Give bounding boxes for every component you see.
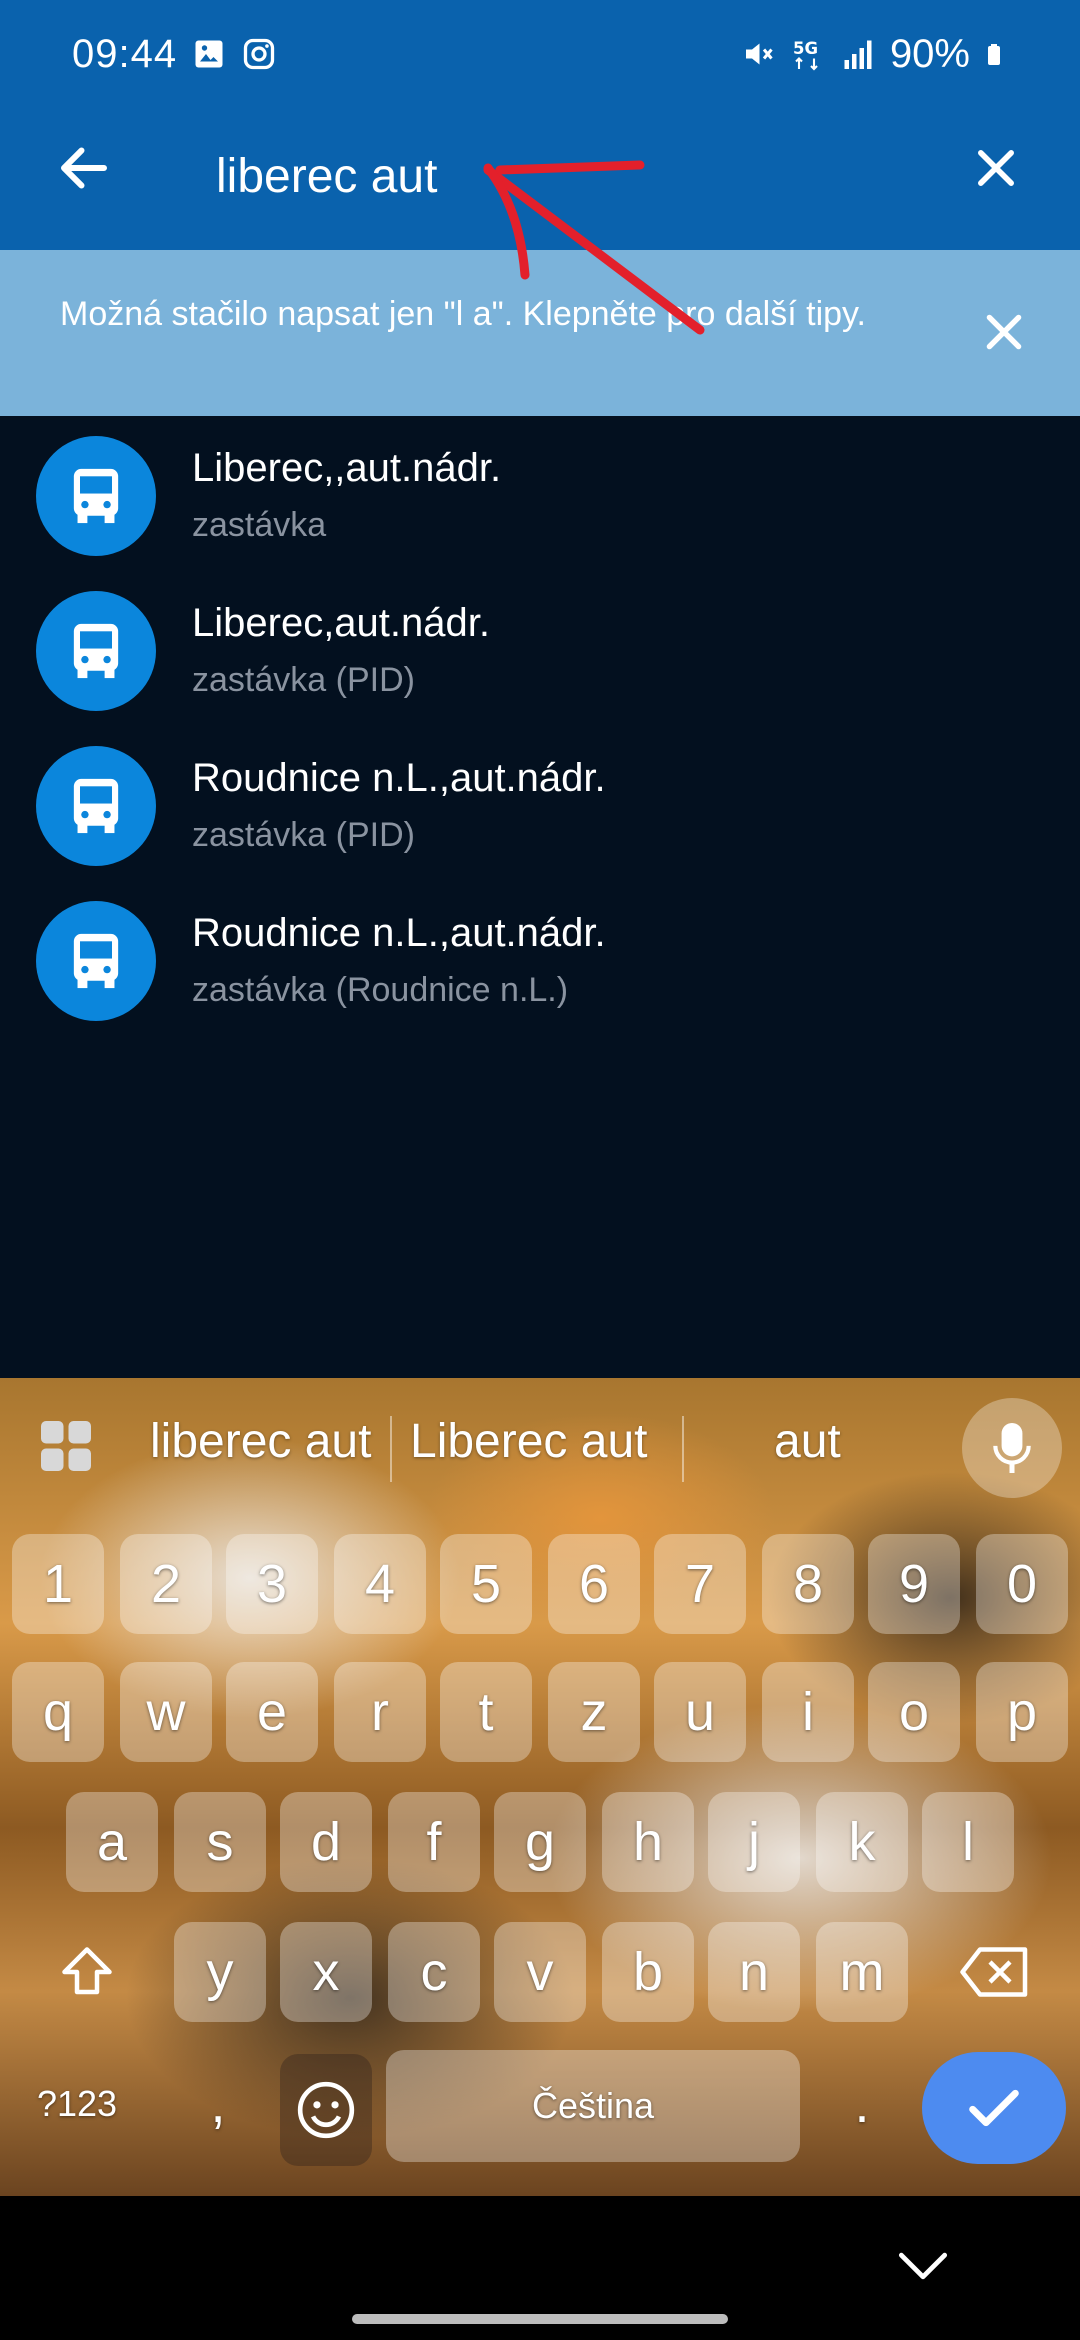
comma-key[interactable]: , bbox=[168, 2054, 268, 2154]
key-i[interactable]: i bbox=[762, 1662, 854, 1762]
enter-button[interactable] bbox=[922, 2052, 1066, 2164]
result-subtitle: zastávka bbox=[192, 506, 327, 544]
search-app-bar bbox=[0, 108, 1080, 250]
key-x[interactable]: x bbox=[280, 1922, 372, 2022]
close-icon bbox=[986, 314, 1022, 350]
result-item[interactable]: Roudnice n.L.,aut.nádr. zastávka (PID) bbox=[0, 726, 1080, 881]
key-b[interactable]: b bbox=[602, 1922, 694, 2022]
result-item[interactable]: Liberec,,aut.nádr. zastávka bbox=[0, 416, 1080, 571]
voice-input-button[interactable] bbox=[962, 1398, 1062, 1498]
key-9[interactable]: 9 bbox=[868, 1534, 960, 1634]
tip-banner[interactable]: Možná stačilo napsat jen "l a". Klepněte… bbox=[0, 250, 1080, 416]
clear-search-button[interactable] bbox=[960, 132, 1032, 204]
keyboard: liberec aut Liberec aut aut 1 2 3 4 5 6 … bbox=[0, 1378, 1080, 2196]
grid-menu-icon[interactable] bbox=[36, 1416, 96, 1476]
arrow-left-icon bbox=[61, 147, 107, 189]
gallery-icon bbox=[195, 40, 223, 68]
microphone-icon bbox=[993, 1423, 1031, 1473]
search-input[interactable] bbox=[216, 132, 916, 220]
status-bar: 09:44 5G 90% bbox=[0, 0, 1080, 108]
instagram-icon bbox=[243, 38, 275, 70]
key-7[interactable]: 7 bbox=[654, 1534, 746, 1634]
key-m[interactable]: m bbox=[816, 1922, 908, 2022]
result-title: Roudnice n.L.,aut.nádr. bbox=[192, 756, 606, 800]
key-v[interactable]: v bbox=[494, 1922, 586, 2022]
key-r[interactable]: r bbox=[334, 1662, 426, 1762]
key-z[interactable]: z bbox=[548, 1662, 640, 1762]
result-title: Liberec,,aut.nádr. bbox=[192, 446, 502, 490]
checkmark-icon bbox=[969, 2089, 1019, 2127]
suggestion-1[interactable]: liberec aut bbox=[150, 1414, 371, 1469]
key-q[interactable]: q bbox=[12, 1662, 104, 1762]
space-key[interactable]: Čeština bbox=[386, 2050, 800, 2162]
result-title: Liberec,aut.nádr. bbox=[192, 601, 490, 645]
key-t[interactable]: t bbox=[440, 1662, 532, 1762]
key-l[interactable]: l bbox=[922, 1792, 1014, 1892]
bus-icon bbox=[36, 746, 156, 866]
battery-percent: 90% bbox=[889, 31, 970, 76]
key-f[interactable]: f bbox=[388, 1792, 480, 1892]
5g-icon: 5G bbox=[793, 39, 818, 71]
key-s[interactable]: s bbox=[174, 1792, 266, 1892]
back-button[interactable] bbox=[48, 132, 120, 204]
result-item[interactable]: Roudnice n.L.,aut.nádr. zastávka (Roudni… bbox=[0, 881, 1080, 1036]
gesture-handle[interactable] bbox=[352, 2314, 728, 2324]
emoji-key[interactable] bbox=[280, 2054, 372, 2166]
suggestion-3[interactable]: aut bbox=[774, 1414, 841, 1469]
key-2[interactable]: 2 bbox=[120, 1534, 212, 1634]
svg-text:5G: 5G bbox=[793, 39, 818, 58]
key-e[interactable]: e bbox=[226, 1662, 318, 1762]
key-u[interactable]: u bbox=[654, 1662, 746, 1762]
key-k[interactable]: k bbox=[816, 1792, 908, 1892]
close-icon bbox=[978, 150, 1014, 186]
signal-icon bbox=[844, 40, 872, 69]
result-subtitle: zastávka (Roudnice n.L.) bbox=[192, 971, 569, 1009]
key-1[interactable]: 1 bbox=[12, 1534, 104, 1634]
key-5[interactable]: 5 bbox=[440, 1534, 532, 1634]
suggestion-bar: liberec aut Liberec aut aut bbox=[0, 1378, 1080, 1510]
key-c[interactable]: c bbox=[388, 1922, 480, 2022]
key-3[interactable]: 3 bbox=[226, 1534, 318, 1634]
key-p[interactable]: p bbox=[976, 1662, 1068, 1762]
shift-icon bbox=[62, 1947, 112, 1995]
navigation-bar bbox=[0, 2196, 1080, 2340]
chevron-down-icon bbox=[898, 2252, 948, 2280]
battery-icon bbox=[988, 44, 1000, 65]
tip-text: Možná stačilo napsat jen "l a". Klepněte… bbox=[60, 295, 866, 333]
key-w[interactable]: w bbox=[120, 1662, 212, 1762]
key-a[interactable]: a bbox=[66, 1792, 158, 1892]
tip-close-button[interactable] bbox=[974, 302, 1034, 362]
result-item[interactable]: Liberec,aut.nádr. zastávka (PID) bbox=[0, 571, 1080, 726]
emoji-icon bbox=[297, 2081, 355, 2139]
result-subtitle: zastávka (PID) bbox=[192, 816, 415, 854]
key-o[interactable]: o bbox=[868, 1662, 960, 1762]
key-n[interactable]: n bbox=[708, 1922, 800, 2022]
key-0[interactable]: 0 bbox=[976, 1534, 1068, 1634]
mute-icon bbox=[745, 43, 773, 65]
shift-key[interactable] bbox=[22, 1922, 152, 2022]
bus-icon bbox=[36, 901, 156, 1021]
result-title: Roudnice n.L.,aut.nádr. bbox=[192, 911, 606, 955]
suggestion-divider bbox=[682, 1416, 684, 1482]
suggestion-2[interactable]: Liberec aut bbox=[410, 1414, 648, 1469]
hide-keyboard-button[interactable] bbox=[888, 2236, 958, 2296]
key-6[interactable]: 6 bbox=[548, 1534, 640, 1634]
key-4[interactable]: 4 bbox=[334, 1534, 426, 1634]
key-j[interactable]: j bbox=[708, 1792, 800, 1892]
result-subtitle: zastávka (PID) bbox=[192, 661, 415, 699]
key-h[interactable]: h bbox=[602, 1792, 694, 1892]
backspace-key[interactable] bbox=[930, 1922, 1060, 2022]
suggestion-divider bbox=[390, 1416, 392, 1482]
symbols-key[interactable]: ?123 bbox=[12, 2054, 142, 2154]
status-time: 09:44 bbox=[72, 31, 178, 76]
key-y[interactable]: y bbox=[174, 1922, 266, 2022]
bus-icon bbox=[36, 591, 156, 711]
period-key[interactable]: . bbox=[816, 2054, 908, 2154]
key-8[interactable]: 8 bbox=[762, 1534, 854, 1634]
results-list: Liberec,,aut.nádr. zastávka Liberec,aut.… bbox=[0, 416, 1080, 1036]
key-d[interactable]: d bbox=[280, 1792, 372, 1892]
key-g[interactable]: g bbox=[494, 1792, 586, 1892]
backspace-icon bbox=[960, 1947, 1028, 1997]
bus-icon bbox=[36, 436, 156, 556]
